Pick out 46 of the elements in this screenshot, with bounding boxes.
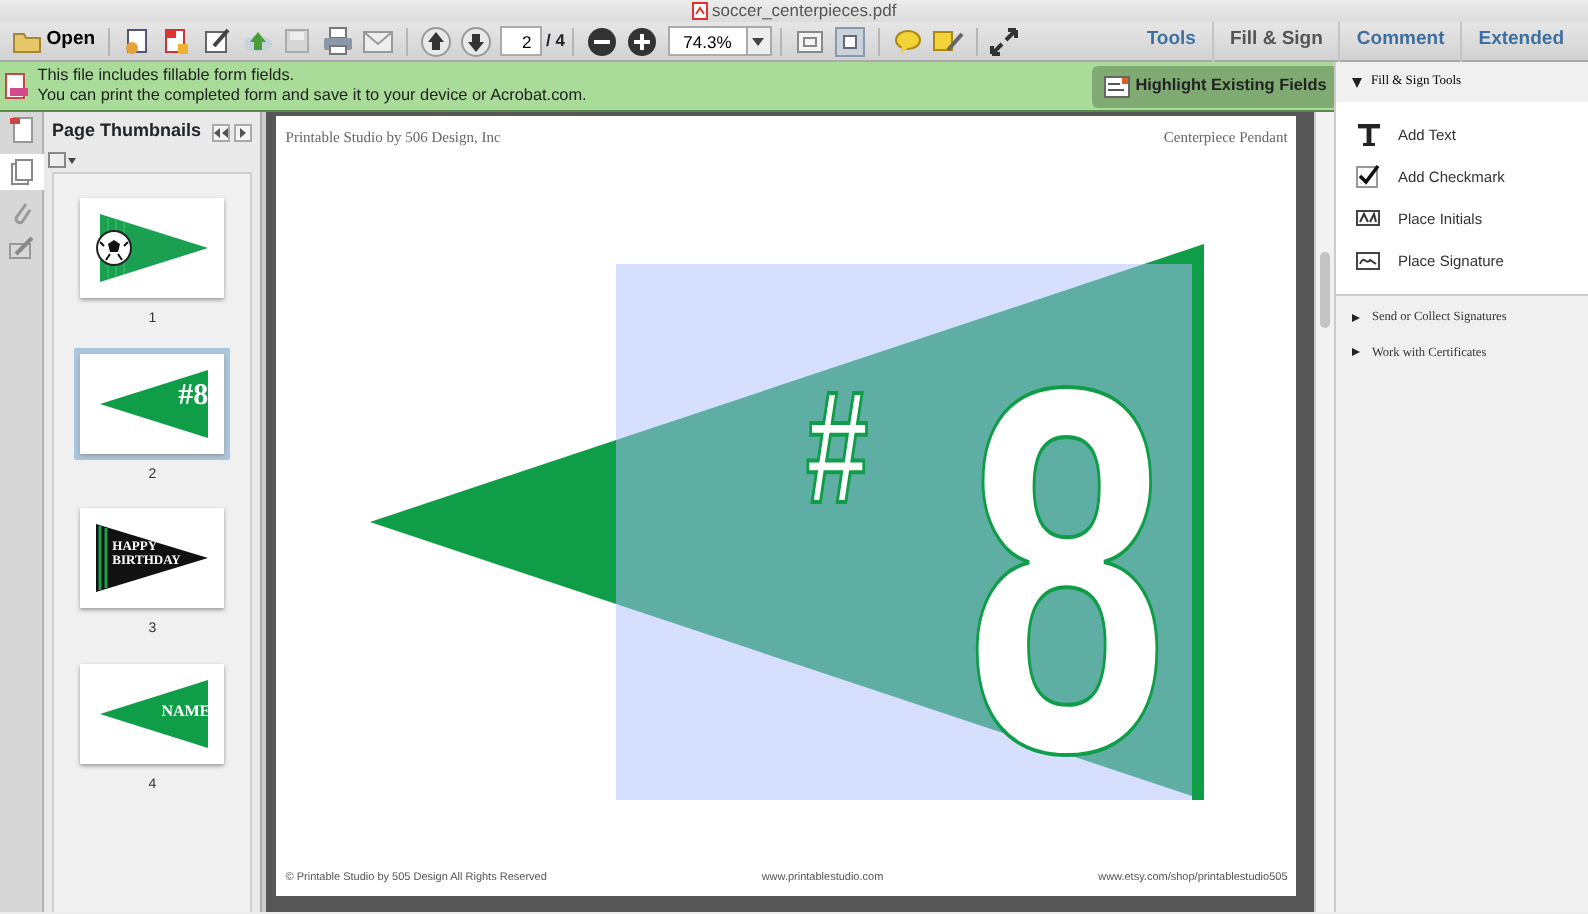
paperclip-icon[interactable] bbox=[9, 199, 33, 228]
page-number-field[interactable]: 2 bbox=[499, 26, 542, 56]
collapse-icon[interactable] bbox=[214, 127, 229, 137]
info-message: This file includes fillable form fields. bbox=[37, 66, 297, 86]
zoom-out-button[interactable] bbox=[586, 25, 619, 57]
pages-icon[interactable] bbox=[9, 158, 33, 186]
highlight-fields-button[interactable]: Highlight Existing Fields bbox=[1092, 65, 1339, 107]
select-area-icon[interactable] bbox=[833, 25, 866, 57]
caret-icon bbox=[1351, 77, 1362, 87]
info-message: You can print the completed form and save it to your device or Acrobat.com. bbox=[37, 86, 589, 106]
highlight-text-icon[interactable] bbox=[931, 26, 964, 56]
pdf-tools-icon[interactable] bbox=[7, 116, 35, 145]
tool-tab[interactable]: Tools bbox=[1130, 21, 1212, 61]
comment-icon[interactable] bbox=[891, 26, 924, 56]
page-count: / 4 bbox=[546, 28, 565, 54]
previous-page-button[interactable] bbox=[419, 25, 452, 57]
text-tool-icon bbox=[1355, 122, 1382, 148]
initials-icon bbox=[1355, 206, 1382, 232]
open-button[interactable]: Open bbox=[8, 23, 100, 59]
scrollbar-thumb[interactable] bbox=[1320, 252, 1331, 328]
form-fields-icon bbox=[1104, 75, 1131, 97]
form-document-icon bbox=[4, 72, 29, 100]
window-title: soccer_centerpieces.pdf bbox=[712, 0, 897, 22]
print-icon[interactable] bbox=[321, 26, 354, 56]
thumbnail-text: NAME bbox=[161, 703, 211, 720]
edit-document-icon[interactable] bbox=[201, 26, 234, 56]
pdf-file-icon bbox=[691, 2, 708, 20]
caret-icon[interactable] bbox=[752, 37, 765, 45]
play-icon[interactable] bbox=[236, 127, 251, 137]
caret-icon bbox=[1351, 313, 1360, 322]
zoom-field[interactable]: 74.3% bbox=[667, 26, 748, 56]
soccer-ball-icon bbox=[96, 230, 133, 267]
fit-page-icon[interactable] bbox=[793, 25, 826, 57]
folder-icon[interactable] bbox=[12, 29, 42, 53]
signature-icon bbox=[1355, 248, 1382, 274]
page-thumbnail[interactable]: #8 bbox=[74, 347, 231, 460]
pennant-number: #8 bbox=[806, 386, 1169, 761]
options-icon[interactable] bbox=[48, 152, 77, 168]
thumbnail-text: #8 bbox=[178, 381, 209, 412]
panel-title: Page Thumbnails bbox=[52, 118, 204, 145]
pdf-export-icon[interactable] bbox=[161, 26, 194, 56]
zoom-in-button[interactable] bbox=[626, 25, 659, 57]
full-screen-icon[interactable] bbox=[989, 27, 1018, 55]
checkmark-icon bbox=[1355, 164, 1382, 190]
next-page-button[interactable] bbox=[459, 25, 492, 57]
caret-icon bbox=[1351, 348, 1360, 357]
